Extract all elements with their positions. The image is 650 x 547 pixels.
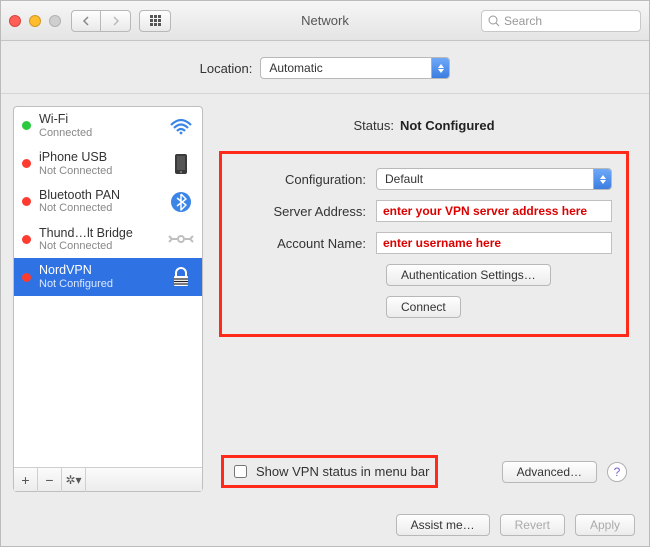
back-button[interactable] (71, 10, 101, 32)
sidebar-item-sub: Not Configured (39, 278, 160, 290)
forward-button[interactable] (101, 10, 131, 32)
bluetooth-icon (168, 191, 194, 213)
location-value: Automatic (269, 61, 322, 75)
location-label: Location: (200, 61, 253, 76)
close-window-button[interactable] (9, 15, 21, 27)
body: Wi-Fi Connected iPhone USB Not Connected (1, 94, 649, 504)
connect-button[interactable]: Connect (386, 296, 461, 318)
titlebar: Network Search (1, 1, 649, 41)
minimize-window-button[interactable] (29, 15, 41, 27)
network-services-list: Wi-Fi Connected iPhone USB Not Connected (14, 107, 202, 467)
configuration-label: Configuration: (236, 172, 366, 187)
configuration-value: Default (385, 172, 423, 186)
select-stepper-icon (593, 169, 611, 189)
sidebar-item-thunderbolt-bridge[interactable]: Thund…lt Bridge Not Connected (14, 221, 202, 259)
account-name-label: Account Name: (236, 236, 366, 251)
search-icon (488, 15, 500, 27)
footer: Assist me… Revert Apply (1, 504, 649, 546)
status-dot-disconnected (22, 273, 31, 282)
service-actions-button[interactable]: ✲▾ (62, 468, 86, 492)
sidebar-item-sub: Not Connected (39, 202, 160, 214)
sidebar-item-label: Bluetooth PAN (39, 189, 160, 203)
sidebar-item-label: Wi-Fi (39, 113, 160, 127)
status-row: Status: Not Configured (219, 118, 629, 133)
sidebar-toolbar: + − ✲▾ (14, 467, 202, 491)
lock-icon (168, 266, 194, 288)
server-address-label: Server Address: (236, 204, 366, 219)
server-address-input[interactable] (376, 200, 612, 222)
assist-me-button[interactable]: Assist me… (396, 514, 490, 536)
show-vpn-status-highlight: Show VPN status in menu bar (221, 455, 438, 488)
sidebar-item-bluetooth-pan[interactable]: Bluetooth PAN Not Connected (14, 183, 202, 221)
sidebar-item-sub: Not Connected (39, 240, 160, 252)
status-dot-disconnected (22, 159, 31, 168)
configuration-select[interactable]: Default (376, 168, 612, 190)
bottom-options-row: Show VPN status in menu bar Advanced… ? (219, 455, 629, 492)
window-controls (9, 15, 61, 27)
sidebar-item-sub: Connected (39, 127, 160, 139)
account-name-input[interactable] (376, 232, 612, 254)
sidebar-item-label: iPhone USB (39, 151, 160, 165)
status-dot-connected (22, 121, 31, 130)
sidebar-item-label: NordVPN (39, 264, 160, 278)
status-dot-disconnected (22, 197, 31, 206)
apply-button[interactable]: Apply (575, 514, 635, 536)
sidebar-item-label: Thund…lt Bridge (39, 227, 160, 241)
sidebar-item-sub: Not Connected (39, 165, 160, 177)
grid-icon (150, 15, 161, 26)
chevron-right-icon (112, 16, 120, 26)
help-button[interactable]: ? (607, 462, 627, 482)
status-label: Status: (353, 118, 393, 133)
revert-button[interactable]: Revert (500, 514, 565, 536)
network-preferences-window: Network Search Location: Automatic Wi-Fi… (0, 0, 650, 547)
sidebar-item-nordvpn[interactable]: NordVPN Not Configured (14, 258, 202, 296)
status-value: Not Configured (400, 118, 495, 133)
show-vpn-status-checkbox[interactable] (234, 465, 247, 478)
remove-service-button[interactable]: − (38, 468, 62, 492)
sidebar-item-iphone-usb[interactable]: iPhone USB Not Connected (14, 145, 202, 183)
network-services-sidebar: Wi-Fi Connected iPhone USB Not Connected (13, 106, 203, 492)
wifi-icon (168, 115, 194, 137)
select-stepper-icon (431, 58, 449, 78)
vpn-config-form-highlight: Configuration: Default Server Address: A… (219, 151, 629, 337)
authentication-settings-button[interactable]: Authentication Settings… (386, 264, 551, 286)
detail-pane: Status: Not Configured Configuration: De… (215, 106, 637, 492)
show-vpn-status-label: Show VPN status in menu bar (256, 464, 429, 479)
status-dot-disconnected (22, 235, 31, 244)
zoom-window-button[interactable] (49, 15, 61, 27)
sidebar-item-wifi[interactable]: Wi-Fi Connected (14, 107, 202, 145)
search-placeholder: Search (504, 14, 542, 28)
location-row: Location: Automatic (1, 41, 649, 94)
phone-icon (168, 153, 194, 175)
show-all-button[interactable] (139, 10, 171, 32)
location-select[interactable]: Automatic (260, 57, 450, 79)
chevron-left-icon (82, 16, 90, 26)
thunderbolt-icon (168, 228, 194, 250)
add-service-button[interactable]: + (14, 468, 38, 492)
search-field[interactable]: Search (481, 10, 641, 32)
nav-segment (71, 10, 131, 32)
advanced-button[interactable]: Advanced… (502, 461, 597, 483)
